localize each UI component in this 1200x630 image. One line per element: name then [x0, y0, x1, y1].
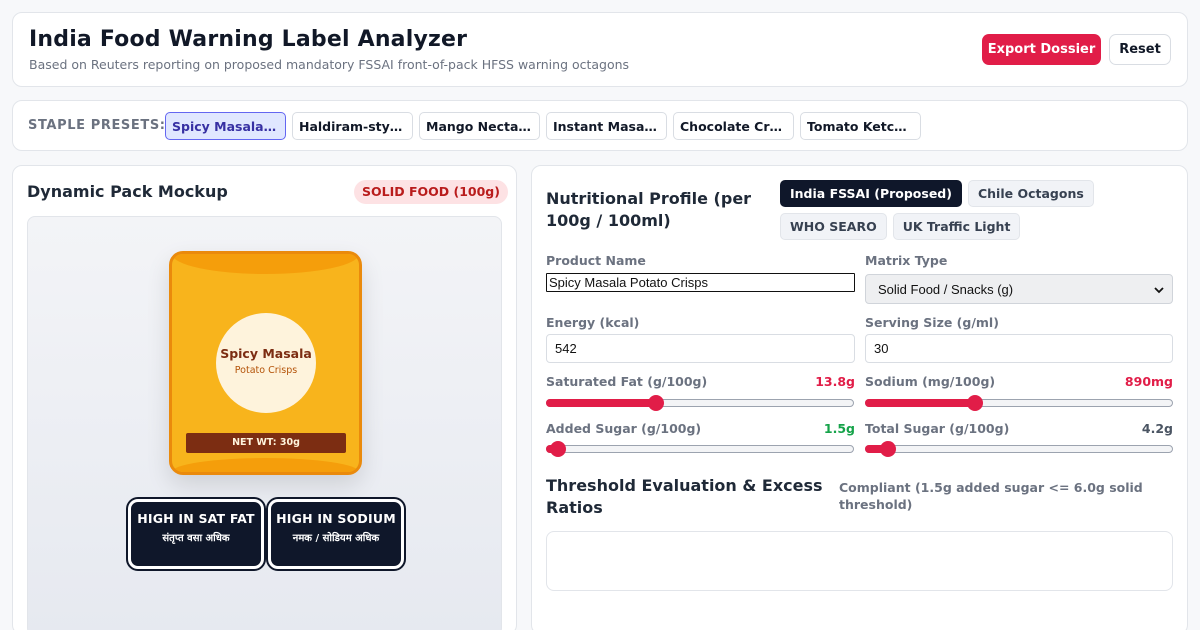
reset-button[interactable]: Reset — [1109, 34, 1171, 65]
energy-label: Energy (kcal) — [546, 315, 640, 330]
evaluation-title: Threshold Evaluation & Excess Ratios — [546, 476, 823, 517]
added-sugar-label: Added Sugar (g/100g) — [546, 421, 702, 436]
pack-product-name: Spicy Masala — [220, 346, 312, 361]
added-sugar-slider[interactable] — [546, 441, 854, 457]
slider-track — [546, 445, 854, 453]
preset-list: Spicy Masala Potato Crisps Haldiram-styl… — [165, 112, 921, 140]
sat-fat-label: Saturated Fat (g/100g) — [546, 374, 708, 389]
slider-track — [865, 445, 1173, 453]
pack-top-seal — [172, 254, 359, 274]
sodium-label: Sodium (mg/100g) — [865, 374, 996, 389]
serving-size-label: Serving Size (g/ml) — [865, 315, 999, 330]
preset-button[interactable]: Chocolate Cream Biscuits — [673, 112, 794, 140]
preset-button[interactable]: Spicy Masala Potato Crisps — [165, 112, 286, 140]
evaluation-results — [546, 531, 1173, 591]
warning-text-hi: संतृप्त वसा अधिक — [162, 533, 230, 544]
slider-fill — [546, 399, 656, 407]
energy-input[interactable] — [546, 334, 855, 363]
preset-button[interactable]: Instant Masala Noodles — [546, 112, 667, 140]
pack-bottom-seal — [172, 458, 359, 472]
pack-product-subtitle: Potato Crisps — [234, 365, 298, 376]
evaluation-status: Compliant (1.5g added sugar <= 6.0g soli… — [839, 480, 1143, 512]
chevron-down-icon — [1154, 287, 1164, 294]
app-subtitle: Based on Reuters reporting on proposed m… — [29, 57, 630, 72]
tab-india-fssai[interactable]: India FSSAI (Proposed) — [780, 180, 962, 207]
sat-fat-slider[interactable] — [546, 395, 854, 411]
pack-net-weight: NET WT: 30g — [186, 433, 346, 453]
slider-thumb[interactable] — [550, 441, 567, 457]
total-sugar-label: Total Sugar (g/100g) — [865, 421, 1010, 436]
pack-stage: Spicy Masala Potato Crisps NET WT: 30g H… — [27, 216, 502, 630]
product-pack: Spicy Masala Potato Crisps NET WT: 30g — [169, 251, 362, 475]
warning-text-en: HIGH IN SAT FAT — [137, 511, 255, 526]
product-name-label: Product Name — [546, 253, 646, 268]
app-title: India Food Warning Label Analyzer — [29, 27, 468, 52]
total-sugar-slider[interactable] — [865, 441, 1173, 457]
warning-text-en: HIGH IN SODIUM — [276, 511, 396, 526]
matrix-badge: SOLID FOOD (100g) — [354, 180, 508, 204]
tab-uk-traffic-light[interactable]: UK Traffic Light — [892, 213, 1021, 240]
warning-text-hi: नमक / सोडियम अधिक — [292, 533, 380, 544]
matrix-type-label: Matrix Type — [865, 253, 948, 268]
pack-mockup-title: Dynamic Pack Mockup — [27, 182, 228, 201]
product-name-input[interactable] — [546, 273, 855, 292]
preset-button[interactable]: Tomato Ketchup Sauce — [800, 112, 921, 140]
tab-who-searo[interactable]: WHO SEARO — [780, 213, 887, 240]
presets-bar: STAPLE PRESETS: Spicy Masala Potato Cris… — [12, 100, 1188, 151]
nutrition-profile-panel: Nutritional Profile (per 100g / 100ml) I… — [531, 165, 1188, 630]
preset-button[interactable]: Haldiram-style Bhujia — [292, 112, 413, 140]
pack-mockup-panel: Dynamic Pack Mockup SOLID FOOD (100g) Sp… — [12, 165, 517, 630]
matrix-type-value: Solid Food / Snacks (g) — [878, 282, 1014, 297]
slider-thumb[interactable] — [647, 395, 664, 411]
added-sugar-value: 1.5g — [823, 421, 855, 436]
matrix-type-select[interactable]: Solid Food / Snacks (g) — [865, 274, 1173, 304]
standard-tabs: India FSSAI (Proposed) Chile Octagons WH… — [780, 180, 1100, 240]
header: India Food Warning Label Analyzer Based … — [12, 12, 1188, 87]
sodium-value: 890mg — [1124, 374, 1173, 389]
warning-octagon: HIGH IN SAT FAT संतृप्त वसा अधिक — [126, 497, 266, 571]
sodium-slider[interactable] — [865, 395, 1173, 411]
slider-thumb[interactable] — [879, 441, 896, 457]
tab-chile-octagons[interactable]: Chile Octagons — [967, 180, 1094, 207]
serving-size-input[interactable] — [865, 334, 1173, 363]
warning-octagon: HIGH IN SODIUM नमक / सोडियम अधिक — [266, 497, 406, 571]
profile-title: Nutritional Profile (per 100g / 100ml) — [546, 189, 752, 230]
warning-octagons: HIGH IN SAT FAT संतृप्त वसा अधिक HIGH IN… — [126, 497, 406, 571]
sat-fat-value: 13.8g — [815, 374, 855, 389]
pack-label-circle: Spicy Masala Potato Crisps — [216, 313, 316, 413]
slider-thumb[interactable] — [966, 395, 983, 411]
total-sugar-value: 4.2g — [1141, 421, 1173, 436]
presets-label: STAPLE PRESETS: — [28, 118, 166, 133]
export-dossier-button[interactable]: Export Dossier — [982, 34, 1101, 65]
slider-fill — [865, 399, 975, 407]
preset-button[interactable]: Mango Nectar Drink — [419, 112, 540, 140]
